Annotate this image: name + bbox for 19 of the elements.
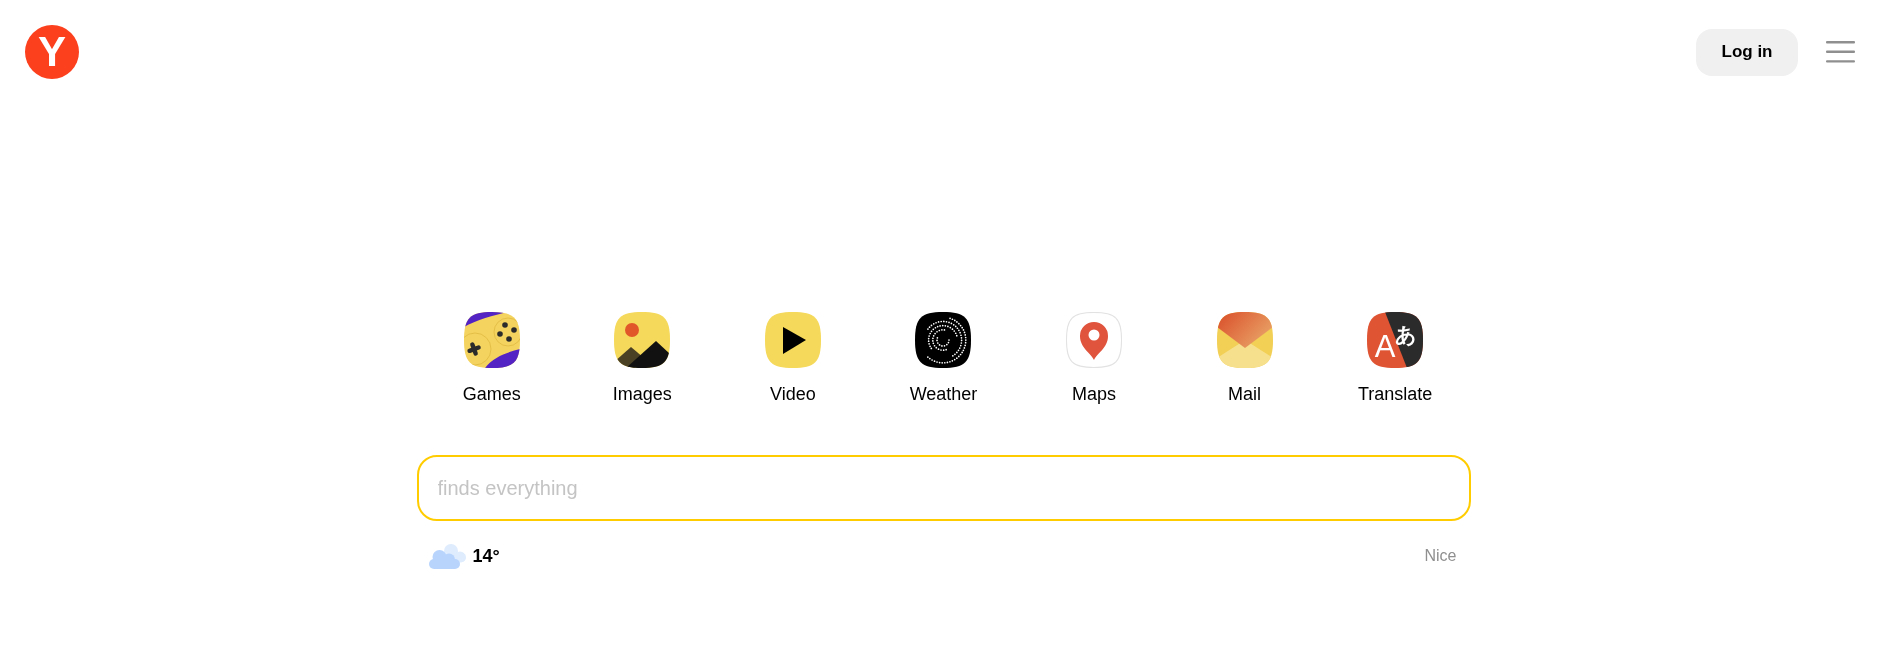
service-link[interactable]: Maps bbox=[1066, 312, 1123, 405]
spiral-icon bbox=[915, 312, 972, 368]
menu-button[interactable] bbox=[1826, 41, 1855, 63]
envelope-icon bbox=[1216, 312, 1273, 368]
cloud-icon bbox=[428, 543, 466, 569]
logo[interactable]: Y bbox=[25, 25, 79, 79]
service-link[interactable]: Mail bbox=[1216, 312, 1273, 405]
service-link[interactable]: Weather bbox=[909, 312, 978, 405]
landscape-icon bbox=[614, 312, 671, 368]
login-button[interactable]: Log in bbox=[1696, 28, 1798, 76]
service-link[interactable]: Video bbox=[764, 312, 821, 405]
menu-icon bbox=[1826, 41, 1855, 63]
temperature: 14° bbox=[472, 545, 500, 567]
search-field[interactable]: finds everything bbox=[416, 455, 1471, 521]
map-pin-icon bbox=[1066, 312, 1123, 368]
gamepad-icon bbox=[463, 312, 520, 368]
service-link[interactable]: Images bbox=[612, 312, 672, 405]
play-icon bbox=[764, 312, 821, 368]
service-link[interactable]: Games bbox=[462, 312, 521, 405]
